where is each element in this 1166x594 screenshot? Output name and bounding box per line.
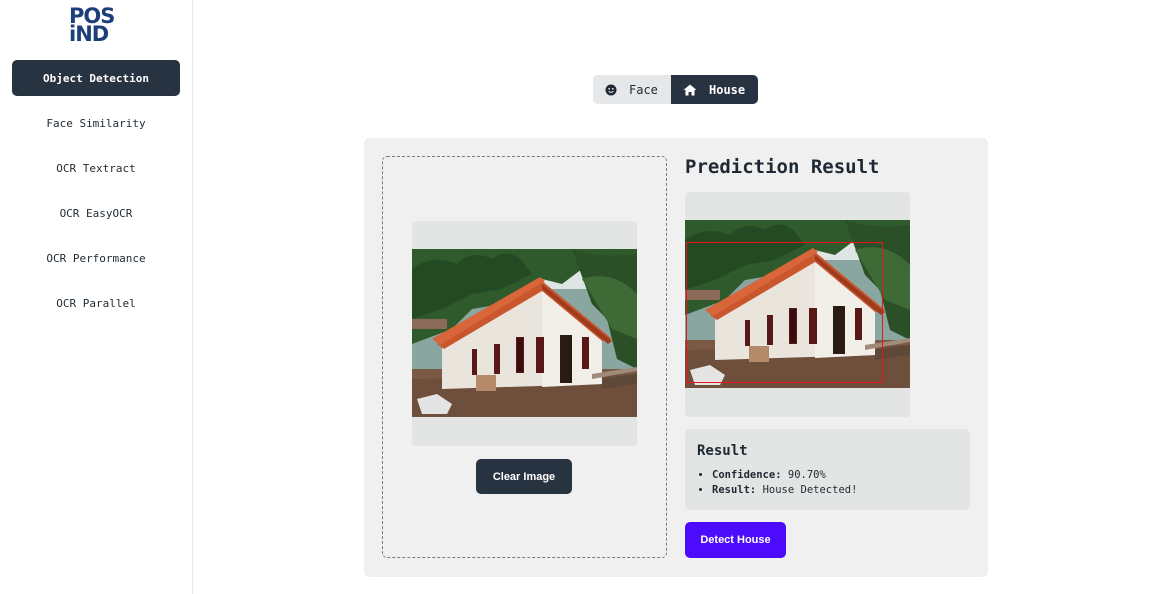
result-label: Result: [712, 484, 757, 496]
detection-bounding-box [686, 242, 883, 383]
sidebar: POS iND Object Detection Face Similarity… [0, 0, 193, 594]
prediction-image-frame [685, 192, 910, 417]
result-list: Confidence: 90.70% Result: House Detecte… [697, 468, 958, 498]
confidence-item: Confidence: 90.70% [712, 468, 958, 483]
confidence-label: Confidence: [712, 469, 782, 481]
home-icon [683, 84, 697, 96]
confidence-value: 90.70% [787, 469, 826, 481]
prediction-title: Prediction Result [685, 156, 880, 178]
detect-house-button[interactable]: Detect House [685, 522, 786, 558]
sidebar-item-ocr-easyocr[interactable]: OCR EasyOCR [12, 195, 180, 231]
sidebar-item-ocr-textract[interactable]: OCR Textract [12, 150, 180, 186]
detection-panel: Clear Image Prediction Result Result Con… [364, 138, 988, 577]
result-box: Result Confidence: 90.70% Result: House … [685, 429, 970, 510]
result-item: Result: House Detected! [712, 483, 958, 498]
face-mode-label: Face [629, 82, 658, 97]
result-value: House Detected! [762, 484, 858, 496]
clear-image-button[interactable]: Clear Image [476, 459, 572, 494]
sidebar-item-ocr-performance[interactable]: OCR Performance [12, 240, 180, 276]
sidebar-item-object-detection[interactable]: Object Detection [12, 60, 180, 96]
mode-toggle: Face House [593, 75, 758, 104]
face-mode-button[interactable]: Face [593, 75, 671, 104]
sidebar-item-face-similarity[interactable]: Face Similarity [12, 105, 180, 141]
house-mode-label: House [709, 82, 746, 97]
image-dropzone[interactable]: Clear Image [382, 156, 667, 558]
uploaded-house-image [412, 249, 637, 417]
sidebar-item-ocr-parallel[interactable]: OCR Parallel [12, 285, 180, 321]
result-title: Result [697, 443, 748, 459]
logo-line-2: iND [69, 22, 109, 46]
posind-logo[interactable]: POS iND [69, 6, 125, 46]
uploaded-image-frame [412, 221, 637, 446]
smiley-icon [605, 84, 617, 96]
house-mode-button[interactable]: House [671, 75, 758, 104]
